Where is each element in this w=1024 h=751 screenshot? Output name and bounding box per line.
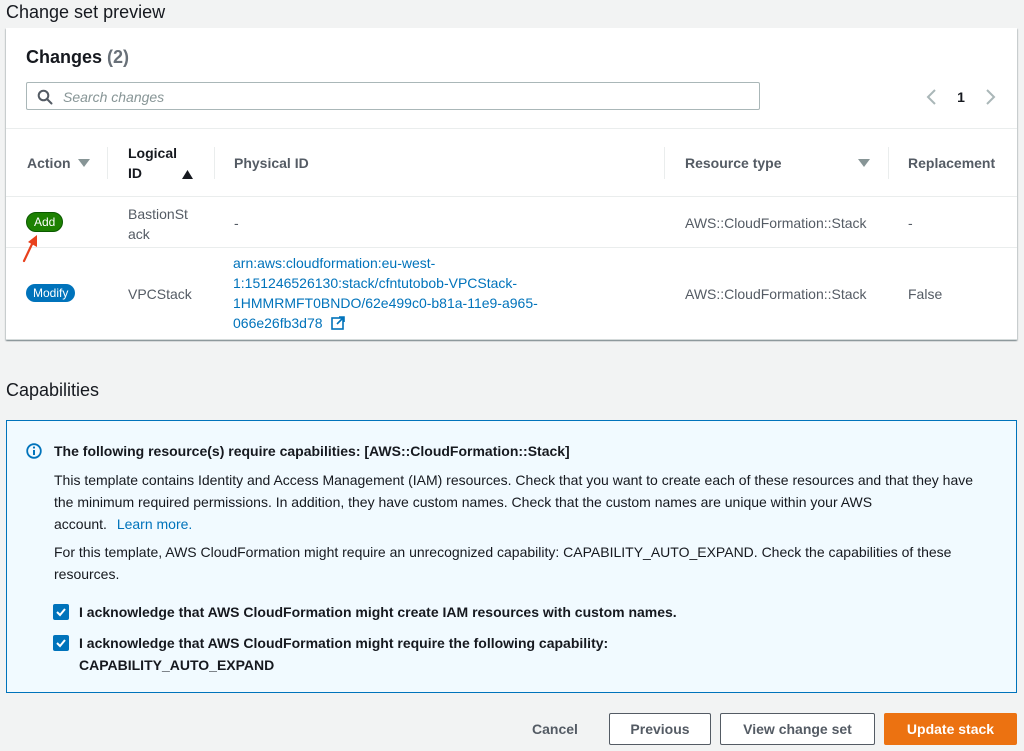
alert-text-line: the minimum required permissions. In add…: [54, 494, 873, 510]
column-header-logical-id-line2: ID: [128, 164, 142, 181]
annotation-arrow-icon: [22, 235, 37, 263]
column-header-physical-id[interactable]: Physical ID: [234, 129, 654, 196]
physical-id-line[interactable]: arn:aws:cloudformation:eu-west-: [233, 253, 538, 273]
column-header-physical-id-label: Physical ID: [234, 154, 309, 171]
changes-count: (2): [107, 47, 130, 67]
caret-down-icon: [858, 159, 870, 167]
pagination-prev-button[interactable]: [924, 86, 940, 108]
chevron-left-icon: [926, 89, 936, 105]
search-icon: [37, 89, 53, 105]
capabilities-title: Capabilities: [6, 380, 100, 400]
logical-id-cell: VPCStack: [128, 286, 192, 302]
alert-text-line: This template contains Identity and Acce…: [54, 472, 974, 488]
column-header-action-label: Action: [27, 154, 71, 171]
ack-capability-label[interactable]: I acknowledge that AWS CloudFormation mi…: [79, 632, 608, 676]
action-badge-add: Add: [26, 212, 64, 232]
view-change-set-button[interactable]: View change set: [720, 713, 875, 745]
previous-button[interactable]: Previous: [609, 713, 711, 745]
replacement-cell: -: [908, 215, 913, 231]
column-separator: [214, 147, 215, 179]
ack-iam-label[interactable]: I acknowledge that AWS CloudFormation mi…: [79, 601, 677, 623]
column-header-action[interactable]: Action: [27, 129, 107, 196]
alert-title: The following resource(s) require capabi…: [54, 443, 570, 459]
ack-capability-line1: I acknowledge that AWS CloudFormation mi…: [79, 635, 609, 651]
changes-heading-label: Changes: [26, 47, 103, 67]
alert-text-line: account.: [54, 516, 107, 532]
check-icon: [56, 608, 66, 617]
column-header-resource-type-label: Resource type: [685, 154, 782, 171]
table-row: Modify VPCStack arn:aws:cloudformation:e…: [6, 248, 1017, 339]
table-header: Action Logical ID Physical ID Resource t…: [6, 128, 1017, 197]
chevron-right-icon: [986, 89, 996, 105]
resource-type-cell: AWS::CloudFormation::Stack: [685, 215, 867, 231]
physical-id-line[interactable]: 1:151246526130:stack/cfntutobob-VPCStack…: [233, 273, 538, 293]
changes-panel: Changes (2) 1 Action Logical ID: [6, 28, 1017, 340]
column-header-replacement[interactable]: Replacement: [908, 129, 1008, 196]
caret-down-icon: [77, 158, 90, 167]
column-header-replacement-label: Replacement: [908, 154, 996, 171]
action-badge-modify: Modify: [26, 284, 76, 302]
external-link-icon[interactable]: [331, 316, 346, 330]
search-box[interactable]: [26, 82, 760, 110]
column-separator: [888, 147, 889, 179]
resource-type-cell: AWS::CloudFormation::Stack: [685, 286, 867, 302]
ack-capability-checkbox[interactable]: [53, 635, 69, 651]
learn-more-link[interactable]: Learn more.: [117, 516, 192, 532]
alert-text-line: For this template, AWS CloudFormation mi…: [54, 544, 952, 560]
check-icon: [56, 639, 66, 648]
table-row: Add BastionSt ack - AWS::CloudFormation:…: [6, 197, 1017, 248]
physical-id-cell: -: [234, 215, 239, 231]
ack-capability-line2: CAPABILITY_AUTO_EXPAND: [79, 657, 275, 673]
physical-id-line[interactable]: 066e26fb3d78: [233, 315, 323, 331]
cancel-button[interactable]: Cancel: [520, 713, 590, 745]
alert-paragraph-capability: For this template, AWS CloudFormation mi…: [54, 541, 1004, 585]
pagination-next-button[interactable]: [982, 86, 998, 108]
column-header-logical-id-line1: Logical: [128, 144, 178, 161]
logical-id-line1: BastionSt: [128, 206, 188, 222]
alert-text-line: resources.: [54, 566, 120, 582]
capabilities-alert: The following resource(s) require capabi…: [6, 420, 1017, 693]
update-stack-button[interactable]: Update stack: [884, 713, 1017, 745]
logical-id-cell: BastionSt ack: [128, 204, 188, 244]
sort-ascending-icon: [181, 169, 193, 179]
column-separator: [107, 147, 108, 179]
column-header-resource-type[interactable]: Resource type: [685, 129, 871, 196]
ack-iam-checkbox[interactable]: [53, 604, 69, 620]
replacement-cell: False: [908, 286, 943, 302]
physical-id-link[interactable]: arn:aws:cloudformation:eu-west- 1:151246…: [233, 253, 538, 333]
alert-paragraph-iam: This template contains Identity and Acce…: [54, 469, 1004, 535]
column-header-logical-id[interactable]: Logical ID: [128, 129, 214, 196]
change-set-preview-title: Change set preview: [6, 2, 166, 22]
logical-id-line2: ack: [128, 226, 150, 242]
column-separator: [664, 147, 665, 179]
changes-heading: Changes (2): [26, 47, 129, 68]
info-icon: [26, 443, 42, 459]
search-input[interactable]: [61, 86, 745, 108]
physical-id-line[interactable]: 1HMMRMFT0BNDO/62e499c0-b81a-11e9-a965-: [233, 293, 538, 313]
pagination-page-1[interactable]: 1: [952, 86, 970, 108]
